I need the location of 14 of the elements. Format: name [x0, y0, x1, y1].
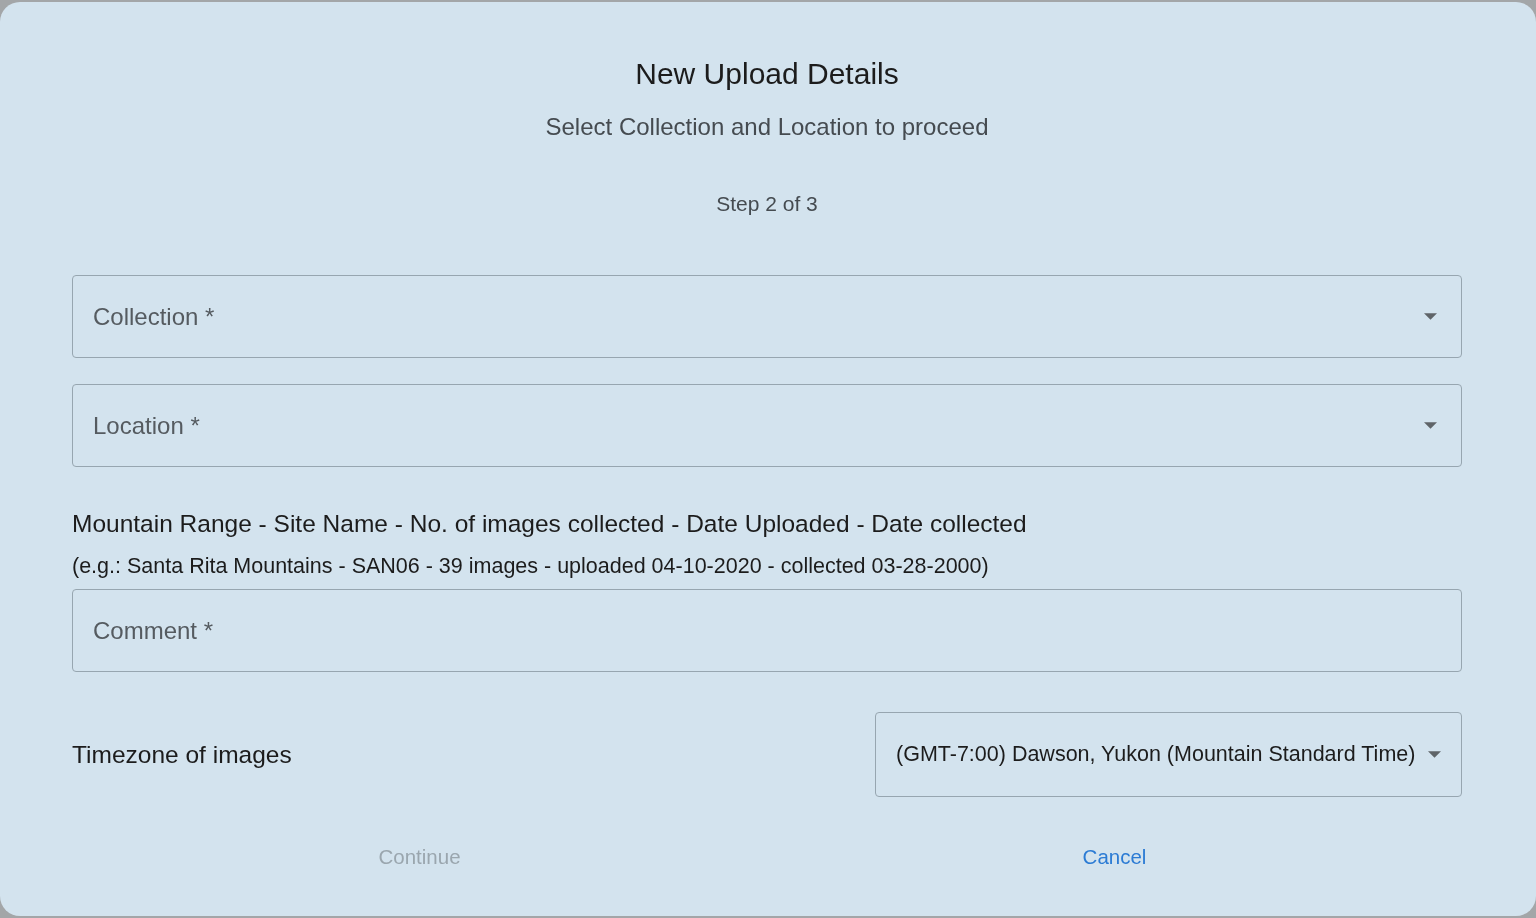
timezone-label: Timezone of images: [72, 740, 292, 769]
format-example: (e.g.: Santa Rita Mountains - SAN06 - 39 images - uploaded 04-10-2020 - collected 03-28-2000): [72, 554, 990, 578]
comment-field[interactable]: Comment *: [72, 589, 1462, 672]
select-field[interactable]: Collection *: [72, 275, 1462, 358]
format-heading: Mountain Range - Site Name - No. of images collected - Date Uploaded - Date collected: [72, 510, 1028, 538]
select-field[interactable]: Location *: [72, 384, 1462, 467]
timezone-select[interactable]: (GMT-7:00) Dawson, Yukon (Mountain Standard Time): [875, 712, 1462, 797]
dialog-subtitle: Select Collection and Location to proceed: [545, 113, 989, 141]
dialog-button[interactable]: Cancel: [1070, 837, 1159, 877]
step-indicator: Step 2 of 3: [716, 192, 818, 216]
dropdown-caret-icon: [1424, 422, 1437, 429]
dialog-title: New Upload Details: [635, 57, 899, 91]
dropdown-caret-icon: [1428, 751, 1441, 758]
dropdown-caret-icon: [1424, 313, 1437, 320]
